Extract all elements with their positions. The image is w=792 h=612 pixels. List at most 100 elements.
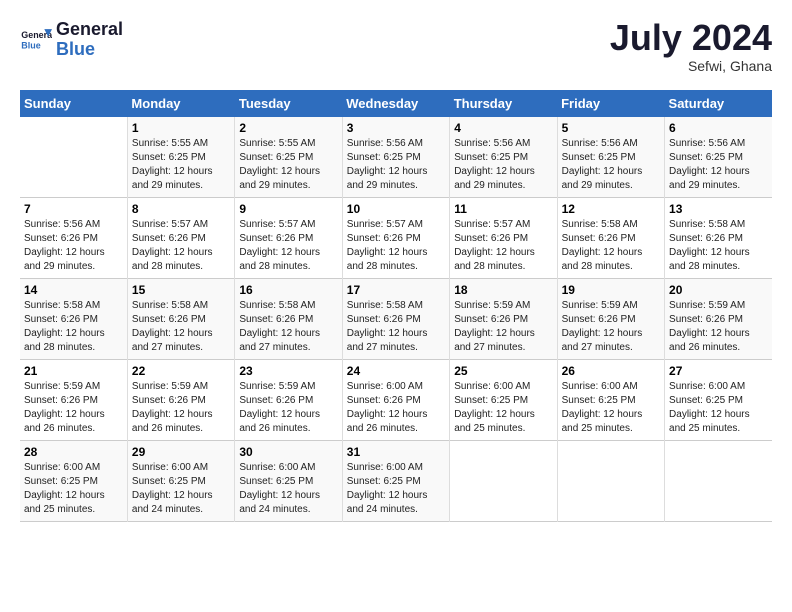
day-info: Sunrise: 6:00 AMSunset: 6:25 PMDaylight:…: [669, 380, 768, 436]
header-cell-monday: Monday: [127, 90, 234, 117]
day-number: 4: [454, 121, 552, 135]
day-info: Sunrise: 5:56 AMSunset: 6:26 PMDaylight:…: [24, 218, 123, 274]
day-info: Sunrise: 5:57 AMSunset: 6:26 PMDaylight:…: [454, 218, 552, 274]
title-block: July 2024 Sefwi, Ghana: [610, 20, 772, 74]
logo-icon: General Blue: [20, 24, 52, 56]
day-number: 27: [669, 364, 768, 378]
calendar-cell: 5 Sunrise: 5:56 AMSunset: 6:25 PMDaylight…: [557, 117, 664, 198]
day-info: Sunrise: 5:58 AMSunset: 6:26 PMDaylight:…: [24, 299, 123, 355]
calendar-cell: 4 Sunrise: 5:56 AMSunset: 6:25 PMDaylight…: [450, 117, 557, 198]
calendar-cell: 8 Sunrise: 5:57 AMSunset: 6:26 PMDaylight…: [127, 198, 234, 279]
calendar-cell: 30Sunrise: 6:00 AMSunset: 6:25 PMDayligh…: [235, 441, 342, 522]
calendar-cell: 22Sunrise: 5:59 AMSunset: 6:26 PMDayligh…: [127, 360, 234, 441]
header-cell-friday: Friday: [557, 90, 664, 117]
page-header: General Blue GeneralBlue July 2024 Sefwi…: [20, 20, 772, 74]
day-number: 25: [454, 364, 552, 378]
day-number: 31: [347, 445, 445, 459]
day-number: 29: [132, 445, 230, 459]
day-number: 16: [239, 283, 337, 297]
logo-text: GeneralBlue: [56, 20, 123, 60]
day-number: 9: [239, 202, 337, 216]
day-info: Sunrise: 5:57 AMSunset: 6:26 PMDaylight:…: [132, 218, 230, 274]
day-info: Sunrise: 5:58 AMSunset: 6:26 PMDaylight:…: [132, 299, 230, 355]
day-number: 7: [24, 202, 123, 216]
calendar-cell: 20Sunrise: 5:59 AMSunset: 6:26 PMDayligh…: [665, 279, 772, 360]
calendar-cell: 10 Sunrise: 5:57 AMSunset: 6:26 PMDayligh…: [342, 198, 449, 279]
day-number: 28: [24, 445, 123, 459]
day-info: Sunrise: 5:55 AMSunset: 6:25 PMDaylight:…: [132, 137, 230, 193]
calendar-cell: [557, 441, 664, 522]
calendar-cell: 15 Sunrise: 5:58 AMSunset: 6:26 PMDayligh…: [127, 279, 234, 360]
day-info: Sunrise: 5:58 AMSunset: 6:26 PMDaylight:…: [347, 299, 445, 355]
day-info: Sunrise: 6:00 AMSunset: 6:26 PMDaylight:…: [347, 380, 445, 436]
calendar-week-5: 28 Sunrise: 6:00 AMSunset: 6:25 PMDayligh…: [20, 441, 772, 522]
calendar-cell: 31 Sunrise: 6:00 AMSunset: 6:25 PMDayligh…: [342, 441, 449, 522]
calendar-cell: [20, 117, 127, 198]
day-info: Sunrise: 6:00 AMSunset: 6:25 PMDaylight:…: [347, 461, 445, 517]
day-number: 20: [669, 283, 768, 297]
calendar-cell: 27 Sunrise: 6:00 AMSunset: 6:25 PMDayligh…: [665, 360, 772, 441]
day-info: Sunrise: 5:58 AMSunset: 6:26 PMDaylight:…: [239, 299, 337, 355]
calendar-cell: 3Sunrise: 5:56 AMSunset: 6:25 PMDaylight…: [342, 117, 449, 198]
day-info: Sunrise: 5:59 AMSunset: 6:26 PMDaylight:…: [132, 380, 230, 436]
header-cell-sunday: Sunday: [20, 90, 127, 117]
calendar-cell: 24Sunrise: 6:00 AMSunset: 6:26 PMDayligh…: [342, 360, 449, 441]
location-subtitle: Sefwi, Ghana: [610, 58, 772, 74]
header-cell-wednesday: Wednesday: [342, 90, 449, 117]
calendar-cell: 18Sunrise: 5:59 AMSunset: 6:26 PMDayligh…: [450, 279, 557, 360]
header-cell-thursday: Thursday: [450, 90, 557, 117]
day-number: 17: [347, 283, 445, 297]
day-number: 19: [562, 283, 660, 297]
day-info: Sunrise: 5:59 AMSunset: 6:26 PMDaylight:…: [239, 380, 337, 436]
day-number: 13: [669, 202, 768, 216]
day-number: 21: [24, 364, 123, 378]
calendar-cell: 23 Sunrise: 5:59 AMSunset: 6:26 PMDayligh…: [235, 360, 342, 441]
calendar-cell: 1 Sunrise: 5:55 AMSunset: 6:25 PMDaylight…: [127, 117, 234, 198]
calendar-cell: 2Sunrise: 5:55 AMSunset: 6:25 PMDaylight…: [235, 117, 342, 198]
day-number: 2: [239, 121, 337, 135]
day-info: Sunrise: 5:56 AMSunset: 6:25 PMDaylight:…: [454, 137, 552, 193]
day-info: Sunrise: 6:00 AMSunset: 6:25 PMDaylight:…: [239, 461, 337, 517]
day-info: Sunrise: 6:00 AMSunset: 6:25 PMDaylight:…: [454, 380, 552, 436]
calendar-cell: 12 Sunrise: 5:58 AMSunset: 6:26 PMDayligh…: [557, 198, 664, 279]
day-info: Sunrise: 5:59 AMSunset: 6:26 PMDaylight:…: [562, 299, 660, 355]
calendar-cell: 28 Sunrise: 6:00 AMSunset: 6:25 PMDayligh…: [20, 441, 127, 522]
calendar-cell: 19 Sunrise: 5:59 AMSunset: 6:26 PMDayligh…: [557, 279, 664, 360]
day-info: Sunrise: 5:59 AMSunset: 6:26 PMDaylight:…: [454, 299, 552, 355]
day-info: Sunrise: 5:58 AMSunset: 6:26 PMDaylight:…: [562, 218, 660, 274]
day-info: Sunrise: 5:57 AMSunset: 6:26 PMDaylight:…: [347, 218, 445, 274]
calendar-cell: 11 Sunrise: 5:57 AMSunset: 6:26 PMDayligh…: [450, 198, 557, 279]
calendar-cell: 9 Sunrise: 5:57 AMSunset: 6:26 PMDaylight…: [235, 198, 342, 279]
day-info: Sunrise: 6:00 AMSunset: 6:25 PMDaylight:…: [562, 380, 660, 436]
calendar-cell: 26Sunrise: 6:00 AMSunset: 6:25 PMDayligh…: [557, 360, 664, 441]
header-cell-saturday: Saturday: [665, 90, 772, 117]
calendar-cell: 14 Sunrise: 5:58 AMSunset: 6:26 PMDayligh…: [20, 279, 127, 360]
day-number: 15: [132, 283, 230, 297]
day-number: 10: [347, 202, 445, 216]
day-number: 8: [132, 202, 230, 216]
calendar-cell: 7 Sunrise: 5:56 AMSunset: 6:26 PMDaylight…: [20, 198, 127, 279]
day-info: Sunrise: 6:00 AMSunset: 6:25 PMDaylight:…: [132, 461, 230, 517]
day-number: 5: [562, 121, 660, 135]
calendar-cell: 13Sunrise: 5:58 AMSunset: 6:26 PMDayligh…: [665, 198, 772, 279]
calendar-cell: 25 Sunrise: 6:00 AMSunset: 6:25 PMDayligh…: [450, 360, 557, 441]
day-info: Sunrise: 5:57 AMSunset: 6:26 PMDaylight:…: [239, 218, 337, 274]
day-info: Sunrise: 5:56 AMSunset: 6:25 PMDaylight:…: [562, 137, 660, 193]
calendar-week-1: 1 Sunrise: 5:55 AMSunset: 6:25 PMDaylight…: [20, 117, 772, 198]
calendar-week-2: 7 Sunrise: 5:56 AMSunset: 6:26 PMDaylight…: [20, 198, 772, 279]
day-number: 23: [239, 364, 337, 378]
day-number: 14: [24, 283, 123, 297]
day-number: 11: [454, 202, 552, 216]
calendar-week-3: 14 Sunrise: 5:58 AMSunset: 6:26 PMDayligh…: [20, 279, 772, 360]
day-number: 3: [347, 121, 445, 135]
calendar-table: SundayMondayTuesdayWednesdayThursdayFrid…: [20, 90, 772, 522]
calendar-cell: [665, 441, 772, 522]
calendar-cell: 17 Sunrise: 5:58 AMSunset: 6:26 PMDayligh…: [342, 279, 449, 360]
day-number: 12: [562, 202, 660, 216]
day-info: Sunrise: 5:59 AMSunset: 6:26 PMDaylight:…: [24, 380, 123, 436]
header-row: SundayMondayTuesdayWednesdayThursdayFrid…: [20, 90, 772, 117]
day-number: 1: [132, 121, 230, 135]
calendar-cell: 29 Sunrise: 6:00 AMSunset: 6:25 PMDayligh…: [127, 441, 234, 522]
calendar-week-4: 21 Sunrise: 5:59 AMSunset: 6:26 PMDayligh…: [20, 360, 772, 441]
day-info: Sunrise: 6:00 AMSunset: 6:25 PMDaylight:…: [24, 461, 123, 517]
